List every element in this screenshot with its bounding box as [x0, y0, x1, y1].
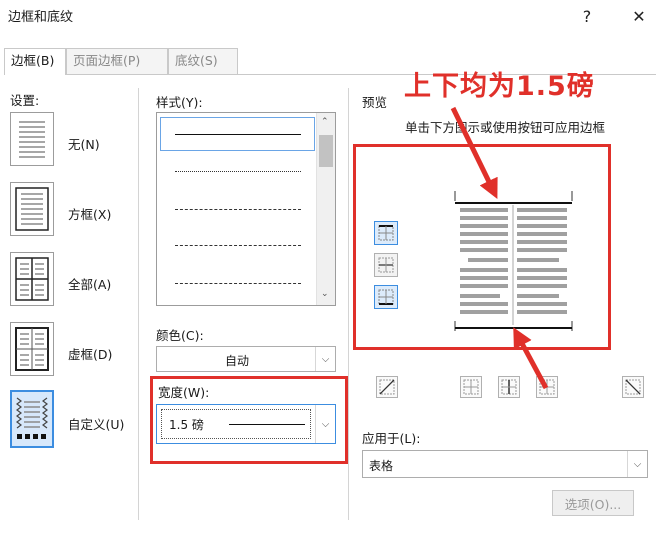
annotation-arrows — [450, 106, 549, 390]
tab-borders[interactable]: 边框(B) — [4, 48, 66, 75]
arrow-to-top-border — [450, 106, 498, 199]
arrow-to-bottom-border — [513, 327, 549, 390]
